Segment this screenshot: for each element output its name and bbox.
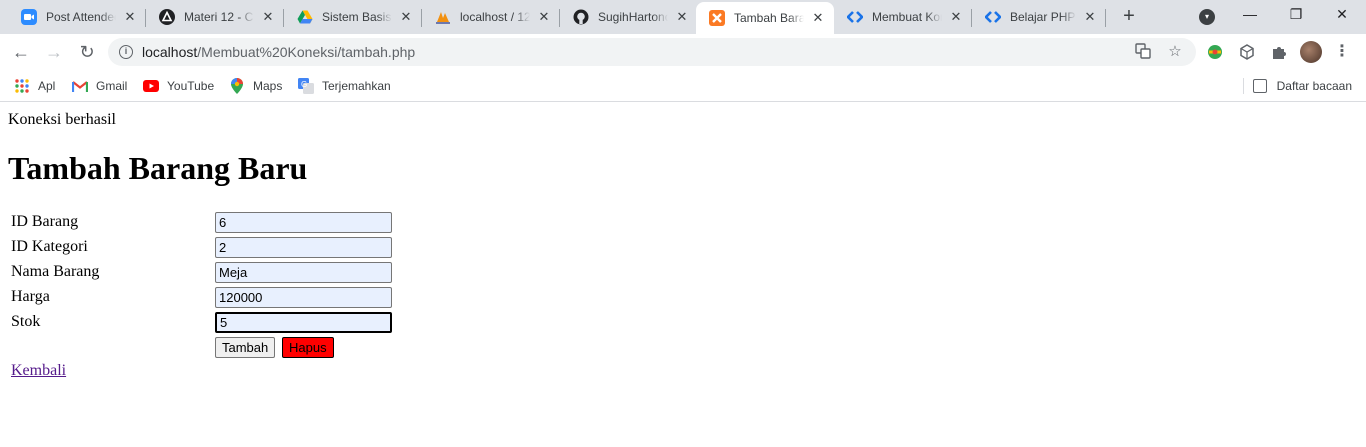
tab-github[interactable]: SugihHartono ✕ xyxy=(560,0,698,34)
tab-title: Sistem Basis D xyxy=(322,10,392,24)
label-id-kategori: ID Kategori xyxy=(11,238,88,255)
label-nama-barang: Nama Barang xyxy=(11,263,100,280)
tab-strip: Post Attendee ✕ Materi 12 - Co ✕ Sistem … xyxy=(0,0,1366,34)
bookmark-maps[interactable]: Maps xyxy=(229,76,282,96)
tab-close-icon[interactable]: ✕ xyxy=(948,9,964,25)
tab-post-attendee[interactable]: Post Attendee ✕ xyxy=(8,0,146,34)
extensions-puzzle-icon[interactable] xyxy=(1270,43,1288,61)
gmail-icon xyxy=(72,78,88,94)
tab-close-icon[interactable]: ✕ xyxy=(260,9,276,25)
tab-search-chevron-icon[interactable]: ▾ xyxy=(1199,9,1215,25)
tab-tambah-barang[interactable]: Tambah Barang ✕ xyxy=(696,2,834,34)
tab-title: Post Attendee xyxy=(46,10,116,24)
nama-barang-input[interactable] xyxy=(215,262,392,283)
reload-icon[interactable]: ↻ xyxy=(75,40,99,64)
bookmark-label: Terjemahkan xyxy=(322,79,391,93)
bookmarks-bar: Apl Gmail YouTube Maps G Terjemahkan Daf… xyxy=(0,70,1366,102)
id-kategori-input[interactable] xyxy=(215,237,392,258)
tab-title: Membuat Kone xyxy=(872,10,942,24)
bookmark-label: Maps xyxy=(253,79,283,93)
tab-title: Belajar PHP Pa xyxy=(1010,10,1076,24)
triangle-logo-icon xyxy=(159,9,175,25)
harga-input[interactable] xyxy=(215,287,392,308)
browser-menu-icon[interactable]: ⋮ xyxy=(1334,41,1350,63)
label-harga: Harga xyxy=(11,288,50,305)
tab-close-icon[interactable]: ✕ xyxy=(1082,9,1098,25)
bookmark-terjemahkan[interactable]: G Terjemahkan xyxy=(298,76,391,96)
url-host: localhost xyxy=(142,44,198,60)
tab-close-icon[interactable]: ✕ xyxy=(674,9,690,25)
forward-arrow-icon[interactable]: → xyxy=(42,40,66,64)
maps-pin-icon xyxy=(229,78,245,94)
id-barang-input[interactable] xyxy=(215,212,392,233)
extension-globe-icon[interactable] xyxy=(1206,43,1224,61)
bookmark-label: Apl xyxy=(38,79,56,93)
bookmark-apps[interactable]: Apl xyxy=(14,76,55,96)
page-content: Koneksi berhasil Tambah Barang Baru ID B… xyxy=(0,103,1366,447)
connection-status: Koneksi berhasil xyxy=(8,111,116,128)
tab-materi-12[interactable]: Materi 12 - Co ✕ xyxy=(146,0,284,34)
bookmark-star-icon[interactable]: ☆ xyxy=(1166,43,1184,61)
zoom-icon xyxy=(21,9,37,25)
profile-avatar[interactable] xyxy=(1300,41,1322,63)
svg-text:G: G xyxy=(301,80,307,89)
youtube-icon xyxy=(143,78,159,94)
phpmyadmin-icon xyxy=(435,9,451,25)
tab-title: Tambah Barang xyxy=(734,11,804,25)
bookmark-label: Gmail xyxy=(96,79,128,93)
label-id-barang: ID Barang xyxy=(11,213,79,230)
extension-cube-icon[interactable] xyxy=(1238,43,1256,61)
bookmark-gmail[interactable]: Gmail xyxy=(72,76,127,96)
github-icon xyxy=(573,9,589,25)
tab-title: Materi 12 - Co xyxy=(184,10,254,24)
code-brackets-icon xyxy=(847,9,863,25)
page-title: Tambah Barang Baru xyxy=(8,150,308,186)
kembali-link[interactable]: Kembali xyxy=(11,362,66,380)
stok-input[interactable] xyxy=(215,312,392,333)
url-text[interactable]: localhost/Membuat%20Koneksi/tambah.php xyxy=(142,44,415,60)
hapus-button[interactable]: Hapus xyxy=(282,337,334,358)
tab-close-icon[interactable]: ✕ xyxy=(398,9,414,25)
tab-close-icon[interactable]: ✕ xyxy=(810,10,826,26)
tab-phpmyadmin[interactable]: localhost / 12 ✕ xyxy=(422,0,560,34)
tab-close-icon[interactable]: ✕ xyxy=(536,9,552,25)
tambah-button[interactable]: Tambah xyxy=(215,337,276,358)
site-info-icon[interactable]: i xyxy=(119,45,133,59)
tab-title: localhost / 12 xyxy=(460,10,530,24)
xampp-icon xyxy=(709,10,725,26)
bookmark-label: YouTube xyxy=(167,79,215,93)
bookmarks-divider xyxy=(1243,78,1244,94)
restore-button[interactable]: ❐ xyxy=(1273,0,1319,30)
address-bar[interactable]: i localhost/Membuat%20Koneksi/tambah.php… xyxy=(108,38,1196,66)
url-path: /Membuat%20Koneksi/tambah.php xyxy=(197,44,416,60)
minimize-button[interactable]: — xyxy=(1227,0,1273,30)
apps-grid-icon xyxy=(14,78,30,94)
toolbar: ← → ↻ i localhost/Membuat%20Koneksi/tamb… xyxy=(0,34,1366,70)
tab-membuat-koneksi[interactable]: Membuat Kone ✕ xyxy=(834,0,972,34)
code-brackets-icon xyxy=(985,9,1001,25)
translate-icon: G xyxy=(298,78,314,94)
bookmark-youtube[interactable]: YouTube xyxy=(143,76,214,96)
google-drive-icon xyxy=(297,9,313,25)
translate-page-icon[interactable] xyxy=(1134,43,1152,61)
new-tab-button[interactable]: + xyxy=(1118,6,1140,28)
tab-belajar-php[interactable]: Belajar PHP Pa ✕ xyxy=(972,0,1106,34)
tab-close-icon[interactable]: ✕ xyxy=(122,9,138,25)
reading-list-icon xyxy=(1252,79,1267,93)
back-arrow-icon[interactable]: ← xyxy=(9,40,33,64)
tab-title: SugihHartono xyxy=(598,10,668,24)
reading-list[interactable]: Daftar bacaan xyxy=(1252,76,1352,96)
reading-list-label: Daftar bacaan xyxy=(1276,79,1352,93)
tab-sistem-basis-data[interactable]: Sistem Basis D ✕ xyxy=(284,0,422,34)
label-stok: Stok xyxy=(11,313,41,330)
close-window-button[interactable]: ✕ xyxy=(1319,0,1365,30)
